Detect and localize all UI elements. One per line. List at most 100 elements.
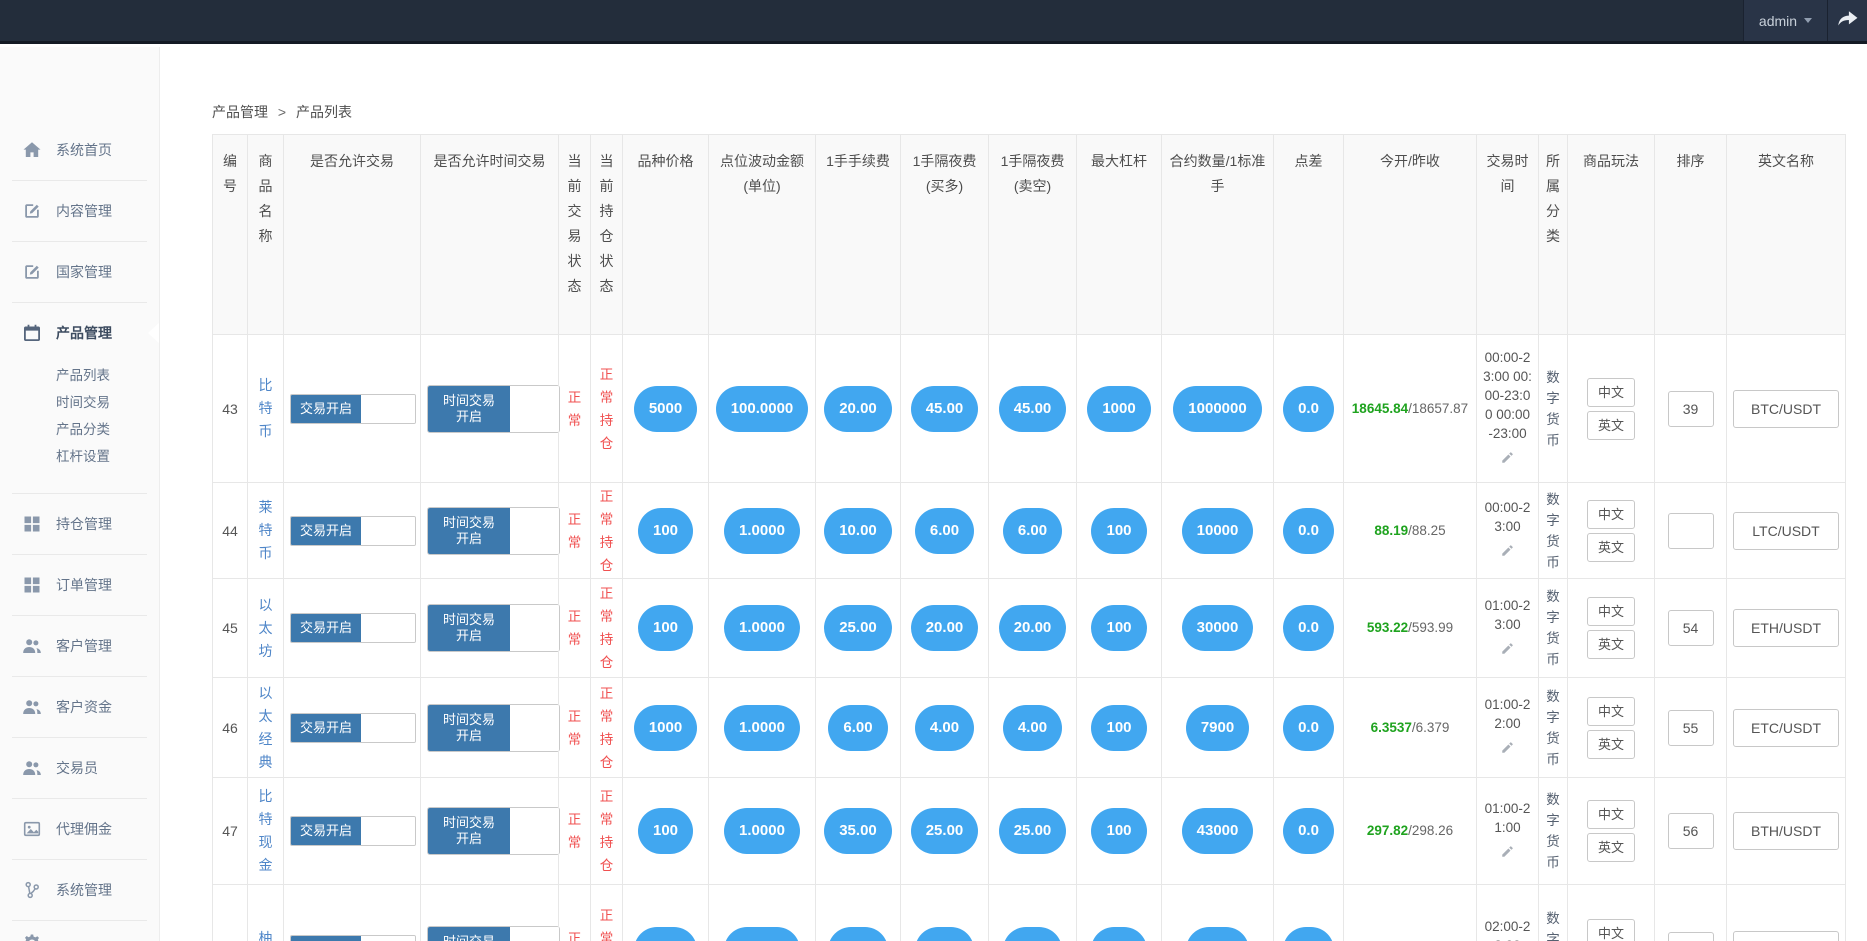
contract-qty-pill[interactable]: 6000 [1186, 927, 1249, 941]
play-zh-button[interactable]: 中文 [1587, 919, 1635, 941]
time-toggle-input[interactable] [510, 508, 559, 554]
play-zh-button[interactable]: 中文 [1587, 500, 1635, 529]
play-en-button[interactable]: 英文 [1587, 533, 1635, 562]
sidebar-item-国家管理[interactable]: 国家管理 [0, 247, 159, 297]
en-name-input[interactable] [1733, 812, 1839, 850]
trade-toggle[interactable]: 交易开启 [290, 394, 416, 424]
sidebar-item-客户管理[interactable]: 客户管理 [0, 621, 159, 671]
edit-time-icon[interactable] [1483, 641, 1532, 661]
overnight-buy-pill[interactable]: 45.00 [911, 386, 979, 432]
trade-toggle-input[interactable] [361, 614, 415, 642]
time-trade-toggle[interactable]: 时间交易 开启 [427, 807, 560, 855]
play-zh-button[interactable]: 中文 [1587, 597, 1635, 626]
overnight-sell-pill[interactable]: 4.00 [1003, 705, 1062, 751]
sidebar-item-内容管理[interactable]: 内容管理 [0, 186, 159, 236]
sort-input[interactable] [1668, 710, 1714, 746]
price-pill[interactable]: 100 [638, 808, 693, 854]
spread-pill[interactable]: 0.0 [1283, 808, 1334, 854]
overnight-sell-pill[interactable]: 3.00 [1003, 927, 1062, 941]
product-name[interactable]: 莱特币 [259, 499, 273, 561]
overnight-sell-pill[interactable]: 45.00 [999, 386, 1067, 432]
time-trade-toggle[interactable]: 时间交易 开启 [427, 604, 560, 652]
sort-input[interactable] [1668, 610, 1714, 646]
sidebar-item-订单管理[interactable]: 订单管理 [0, 560, 159, 610]
max-leverage-pill[interactable]: 100 [1091, 808, 1146, 854]
price-pill[interactable]: 100 [638, 605, 693, 651]
price-pill[interactable]: 1000 [634, 927, 697, 941]
time-trade-toggle[interactable]: 时间交易 开启 [427, 385, 560, 433]
overnight-buy-pill[interactable]: 3.00 [915, 927, 974, 941]
sort-input[interactable] [1668, 813, 1714, 849]
time-trade-toggle[interactable]: 时间交易 开启 [427, 704, 560, 752]
product-name[interactable]: 比特币 [259, 377, 273, 439]
time-toggle-input[interactable] [510, 705, 559, 751]
overnight-buy-pill[interactable]: 6.00 [915, 508, 974, 554]
submenu-item-时间交易[interactable]: 时间交易 [56, 389, 159, 416]
edit-time-icon[interactable] [1483, 543, 1532, 563]
sidebar-item-代理佣金[interactable]: 代理佣金 [0, 804, 159, 854]
overnight-sell-pill[interactable]: 6.00 [1003, 508, 1062, 554]
sidebar-item-partial[interactable] [0, 918, 159, 941]
sidebar-item-交易员[interactable]: 交易员 [0, 743, 159, 793]
play-en-button[interactable]: 英文 [1587, 411, 1635, 440]
trade-toggle[interactable]: 交易开启 [290, 516, 416, 546]
trade-toggle[interactable]: 交易开启 [290, 713, 416, 743]
fee-pill[interactable]: 6.00 [828, 705, 887, 751]
fee-pill[interactable]: 5.00 [828, 927, 887, 941]
sort-input[interactable] [1668, 513, 1714, 549]
contract-qty-pill[interactable]: 7900 [1186, 705, 1249, 751]
price-pill[interactable]: 100 [638, 508, 693, 554]
trade-toggle[interactable]: 交易开启 [290, 613, 416, 643]
submenu-item-产品列表[interactable]: 产品列表 [56, 362, 159, 389]
price-pill[interactable]: 5000 [634, 386, 697, 432]
trade-toggle-input[interactable] [361, 517, 415, 545]
spread-pill[interactable]: 0.0 [1283, 927, 1334, 941]
trade-toggle[interactable]: 交易开启 [290, 935, 416, 941]
price-pill[interactable]: 1000 [634, 705, 697, 751]
trade-toggle-input[interactable] [361, 714, 415, 742]
point-amount-pill[interactable]: 100.0000 [716, 386, 809, 432]
overnight-sell-pill[interactable]: 25.00 [999, 808, 1067, 854]
time-trade-toggle[interactable]: 时间交易 开启 [427, 507, 560, 555]
contract-qty-pill[interactable]: 1000000 [1173, 386, 1261, 432]
spread-pill[interactable]: 0.0 [1283, 508, 1334, 554]
trade-toggle-input[interactable] [361, 817, 415, 845]
contract-qty-pill[interactable]: 30000 [1182, 605, 1254, 651]
time-toggle-input[interactable] [510, 808, 559, 854]
fee-pill[interactable]: 25.00 [824, 605, 892, 651]
breadcrumb-parent[interactable]: 产品管理 [212, 104, 268, 120]
en-name-input[interactable] [1733, 512, 1839, 550]
contract-qty-pill[interactable]: 10000 [1182, 508, 1254, 554]
play-zh-button[interactable]: 中文 [1587, 800, 1635, 829]
point-amount-pill[interactable]: 1.0000 [724, 808, 800, 854]
spread-pill[interactable]: 0.0 [1283, 605, 1334, 651]
point-amount-pill[interactable]: 1.0000 [724, 605, 800, 651]
point-amount-pill[interactable]: 1.0000 [724, 508, 800, 554]
fee-pill[interactable]: 10.00 [824, 508, 892, 554]
overnight-buy-pill[interactable]: 25.00 [911, 808, 979, 854]
time-toggle-input[interactable] [510, 605, 559, 651]
sidebar-item-产品管理[interactable]: 产品管理 [0, 308, 159, 358]
sort-input[interactable] [1668, 932, 1714, 941]
spread-pill[interactable]: 0.0 [1283, 386, 1334, 432]
submenu-item-杠杆设置[interactable]: 杠杆设置 [56, 443, 159, 470]
product-name[interactable]: 以太坊 [259, 597, 273, 659]
sidebar-item-系统首页[interactable]: 系统首页 [0, 125, 159, 175]
fee-pill[interactable]: 20.00 [824, 386, 892, 432]
product-name[interactable]: 比特现金 [259, 788, 273, 873]
max-leverage-pill[interactable]: 100 [1091, 927, 1146, 941]
logout-arrow-button[interactable] [1827, 0, 1867, 41]
en-name-input[interactable] [1733, 931, 1839, 941]
max-leverage-pill[interactable]: 100 [1091, 605, 1146, 651]
edit-time-icon[interactable] [1483, 740, 1532, 760]
max-leverage-pill[interactable]: 1000 [1087, 386, 1150, 432]
contract-qty-pill[interactable]: 43000 [1182, 808, 1254, 854]
en-name-input[interactable] [1733, 609, 1839, 647]
max-leverage-pill[interactable]: 100 [1091, 705, 1146, 751]
en-name-input[interactable] [1733, 390, 1839, 428]
edit-time-icon[interactable] [1483, 844, 1532, 864]
overnight-buy-pill[interactable]: 20.00 [911, 605, 979, 651]
trade-toggle-input[interactable] [361, 395, 415, 423]
submenu-item-产品分类[interactable]: 产品分类 [56, 416, 159, 443]
play-en-button[interactable]: 英文 [1587, 630, 1635, 659]
